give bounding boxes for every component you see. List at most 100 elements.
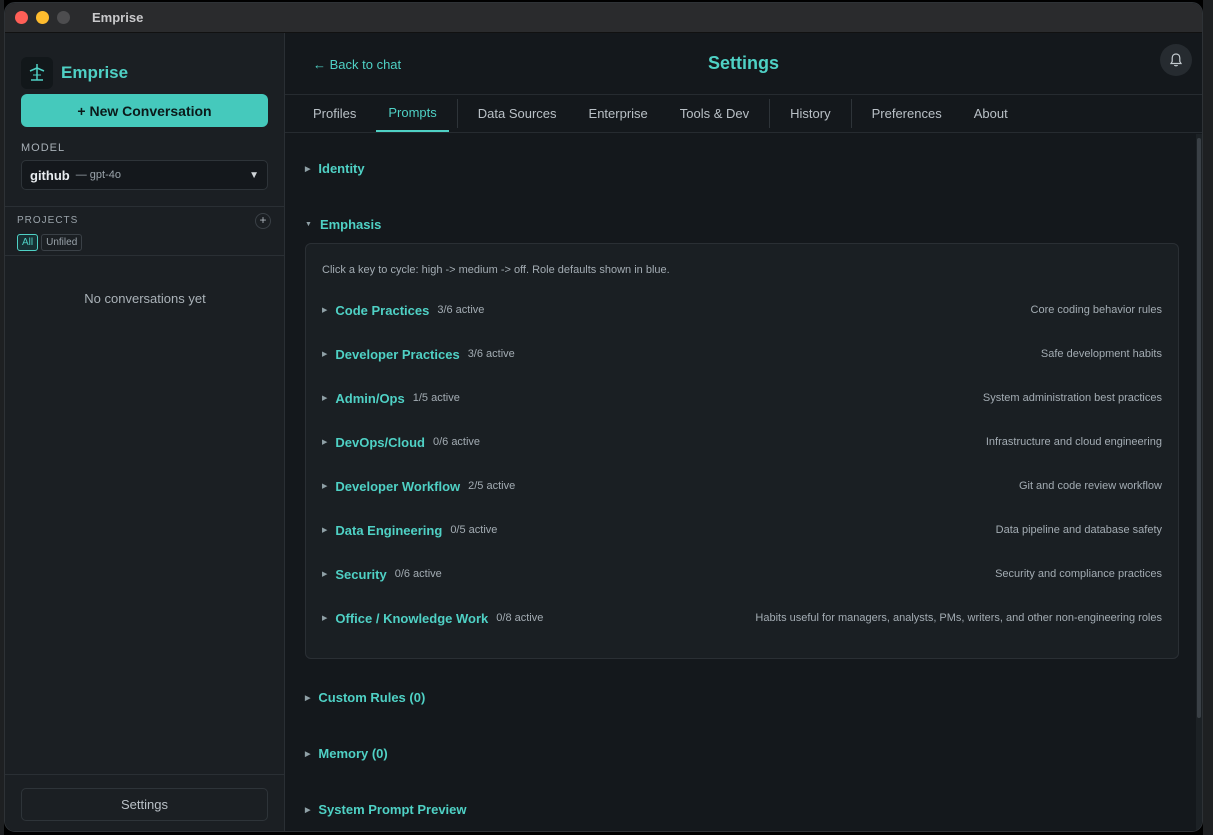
settings-tabs: Profiles Prompts Data Sources Enterprise… [285,95,1202,133]
emphasis-hint: Click a key to cycle: high -> medium -> … [322,264,670,276]
notifications-button[interactable] [1160,44,1192,76]
category-description: System administration best practices [982,392,1162,404]
empty-conversations-text: No conversations yet [84,291,206,306]
settings-header: ← Back to chat Settings [285,33,1202,95]
chevron-right-icon: ▶ [322,483,328,490]
bell-icon [1169,53,1183,67]
window-title: Emprise [92,10,144,25]
preview-section-toggle[interactable]: ▶ System Prompt Preview [305,802,467,817]
tab-profiles[interactable]: Profiles [301,95,368,132]
tab-data-sources[interactable]: Data Sources [466,95,569,132]
category-row[interactable]: ▶ Data Engineering 0/5 active Data pipel… [322,520,1162,540]
tab-about[interactable]: About [962,95,1020,132]
chevron-right-icon: ▶ [305,750,311,758]
emphasis-section-title: Emphasis [319,217,382,232]
model-provider: github [30,167,70,183]
divider [5,774,284,775]
category-name: Developer Workflow [335,478,461,494]
tab-tools-dev[interactable]: Tools & Dev [668,95,761,132]
model-label: MODEL [21,142,66,154]
category-count: 0/8 active [496,612,544,624]
app-window: Emprise Emprise + New Conversation MODEL [4,2,1203,832]
tab-separator [456,99,458,128]
category-description: Data pipeline and database safety [995,524,1162,536]
category-row[interactable]: ▶ Code Practices 3/6 active Core coding … [322,300,1162,320]
model-name: — gpt-4o [75,169,121,181]
category-name: Security [335,566,387,582]
close-window-button[interactable] [15,11,28,24]
emphasis-section-toggle[interactable]: ▼ Emphasis [305,217,381,232]
category-row[interactable]: ▶ Security 0/6 active Security and compl… [322,564,1162,584]
desktop-background-right [1203,0,1213,835]
identity-section-toggle[interactable]: ▶ Identity [305,161,365,176]
app-body: Emprise + New Conversation MODEL github … [5,33,1202,831]
tab-separator [850,99,852,128]
title-bar: Emprise [5,3,1202,33]
category-count: 3/6 active [437,304,485,316]
category-name: DevOps/Cloud [335,434,425,450]
chevron-right-icon: ▶ [305,806,311,814]
identity-section-title: Identity [318,161,365,176]
prompts-content: ▶ Identity ▼ Emphasis Click a key to cyc… [285,134,1202,831]
divider [5,255,284,256]
projects-label: PROJECTS [17,215,79,226]
category-description: Security and compliance practices [995,568,1162,580]
brand-name: Emprise [61,63,129,82]
category-row[interactable]: ▶ Admin/Ops 1/5 active System administra… [322,388,1162,408]
category-name: Office / Knowledge Work [335,610,489,626]
brand: Emprise [5,33,284,95]
category-count: 0/6 active [432,436,481,448]
category-row[interactable]: ▶ Developer Workflow 2/5 active Git and … [322,476,1162,496]
category-count: 0/6 active [394,568,442,580]
custom-rules-section-title: Custom Rules (0) [318,690,426,705]
chevron-right-icon: ▶ [322,527,328,534]
add-project-button[interactable]: + [255,213,271,229]
chevron-down-icon: ▼ [305,221,312,228]
chevron-right-icon: ▶ [322,571,328,578]
emphasis-panel: Click a key to cycle: high -> medium -> … [305,243,1179,659]
category-description: Git and code review workflow [1018,480,1162,492]
chevron-right-icon: ▶ [305,165,311,173]
chevron-right-icon: ▶ [305,694,311,702]
tab-preferences[interactable]: Preferences [860,95,954,132]
category-name: Data Engineering [335,522,443,538]
category-count: 1/5 active [412,392,460,404]
category-row[interactable]: ▶ Office / Knowledge Work 0/8 active Hab… [322,608,1162,628]
chevron-right-icon: ▶ [322,615,328,622]
chevron-right-icon: ▶ [322,351,328,358]
category-name: Developer Practices [335,346,460,362]
preview-section-title: System Prompt Preview [318,802,467,817]
category-description: Safe development habits [1040,348,1162,360]
sidebar: Emprise + New Conversation MODEL github … [5,33,285,831]
main-panel: ← Back to chat Settings Profiles Prompts… [285,33,1202,831]
memory-section-toggle[interactable]: ▶ Memory (0) [305,746,388,761]
category-description: Core coding behavior rules [1030,304,1162,316]
scrollbar-thumb[interactable] [1197,138,1201,718]
chevron-right-icon: ▶ [322,307,328,314]
window-controls [15,11,70,24]
category-count: 2/5 active [468,480,516,492]
category-row[interactable]: ▶ Developer Practices 3/6 active Safe de… [322,344,1162,364]
minimize-window-button[interactable] [36,11,49,24]
project-filters: All Unfiled [17,234,83,251]
category-description: Infrastructure and cloud engineering [985,436,1162,448]
tab-enterprise[interactable]: Enterprise [577,95,660,132]
category-count: 0/5 active [450,524,498,536]
chevron-right-icon: ▶ [322,395,328,402]
tab-history[interactable]: History [778,95,842,132]
zoom-window-button[interactable] [57,11,70,24]
app-logo-icon [21,57,53,89]
page-title: Settings [707,53,779,73]
category-description: Habits useful for managers, analysts, PM… [755,612,1162,624]
category-row[interactable]: ▶ DevOps/Cloud 0/6 active Infrastructure… [322,432,1162,452]
settings-button[interactable]: Settings [21,788,268,821]
model-select[interactable]: github — gpt-4o ▼ [21,160,268,190]
tab-prompts[interactable]: Prompts [376,95,449,132]
chevron-right-icon: ▶ [322,439,328,446]
chevron-down-icon: ▼ [249,169,259,181]
custom-rules-section-toggle[interactable]: ▶ Custom Rules (0) [305,690,425,705]
filter-unfiled[interactable]: Unfiled [41,234,83,251]
filter-all[interactable]: All [17,234,39,251]
tab-separator [769,99,771,128]
new-conversation-button[interactable]: + New Conversation [21,94,268,127]
